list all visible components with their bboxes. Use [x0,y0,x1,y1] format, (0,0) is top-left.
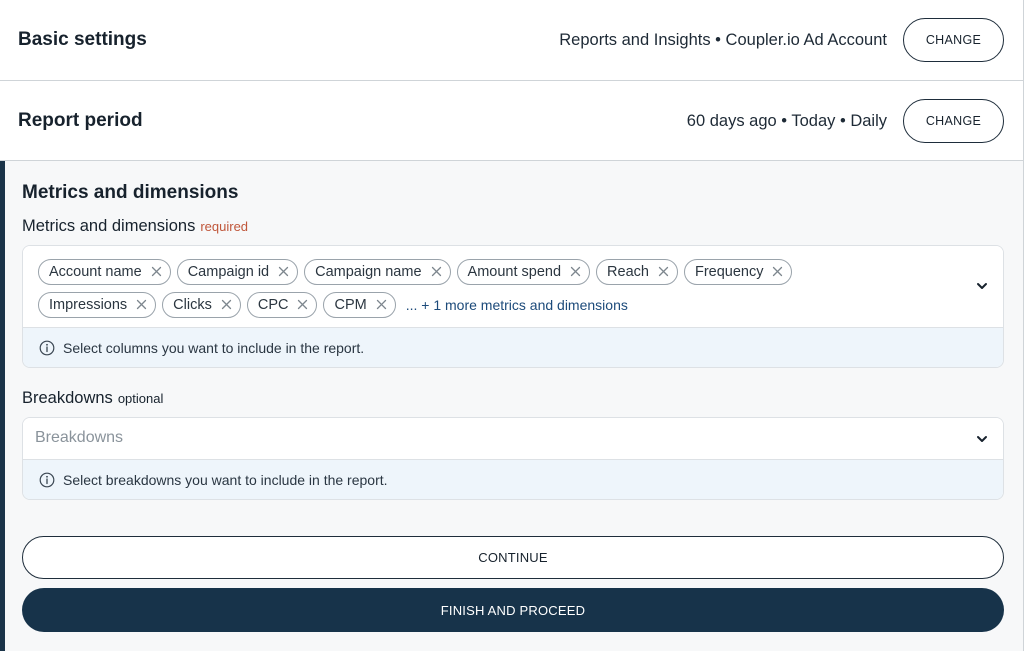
breakdowns-placeholder: Breakdowns [35,429,124,446]
report-period-section: Report period 60 days ago • Today • Dail… [0,81,1024,161]
report-period-summary: 60 days ago • Today • Daily [686,112,887,130]
metrics-field-label-text: Metrics and dimensions [22,217,196,235]
metrics-select[interactable]: Account name Campaign id Campaign name Amou… [22,245,1004,368]
close-icon[interactable] [136,299,147,310]
info-icon [39,472,55,487]
breakdowns-hint: Select breakdowns you want to include in… [23,459,1003,499]
finish-and-proceed-button[interactable]: FINISH AND PROCEED [22,588,1004,632]
report-period-change-button[interactable]: CHANGE [903,99,1004,143]
required-tag: required [200,219,249,234]
basic-settings-title: Basic settings [18,29,147,50]
more-metrics-link[interactable]: ... + 1 more metrics and dimensions [406,297,628,313]
metric-chip-label: Account name [49,263,142,280]
chevron-down-icon[interactable] [975,432,989,446]
metric-chip: Reach [596,258,678,285]
basic-settings-summary: Reports and Insights • Coupler.io Ad Acc… [559,31,887,49]
chip-row: Impressions Clicks CPC CPM ... + 1 more metr… [38,291,938,318]
metric-chip-label: Clicks [173,296,212,313]
close-icon[interactable] [151,266,162,277]
chip-row: Account name Campaign id Campaign name Amou… [38,258,938,285]
breakdowns-select-input[interactable]: Breakdowns [23,418,1003,459]
metric-chip: Frequency [683,258,793,285]
metric-chip-label: Impressions [49,296,128,313]
continue-button[interactable]: CONTINUE [22,536,1004,579]
basic-settings-section: Basic settings Reports and Insights • Co… [0,0,1024,81]
metric-chip: CPC [246,291,318,318]
report-period-title: Report period [18,110,143,131]
metrics-section-title: Metrics and dimensions [22,182,239,203]
close-icon[interactable] [297,299,308,310]
close-icon[interactable] [658,266,669,277]
metrics-field-label: Metrics and dimensions required [22,217,248,236]
metric-chip: Account name [38,258,171,285]
breakdowns-hint-text: Select breakdowns you want to include in… [63,471,388,488]
metric-chip-label: Campaign name [315,263,422,280]
metrics-select-input[interactable]: Account name Campaign id Campaign name Amou… [23,246,1003,327]
metric-chip-label: CPC [257,296,289,313]
metric-chip: Impressions [38,291,157,318]
close-icon[interactable] [570,266,581,277]
metric-chip-label: Campaign id [187,263,270,280]
metrics-hint-text: Select columns you want to include in th… [63,339,365,356]
metrics-dimensions-section: Metrics and dimensions Metrics and dimen… [0,161,1024,651]
metric-chip: Amount spend [456,258,591,285]
metric-chip-label: Amount spend [467,263,562,280]
breakdowns-select[interactable]: Breakdowns Select breakdowns you want to… [22,417,1004,500]
metric-chip: Campaign name [304,258,451,285]
breakdowns-field-label: Breakdowns optional [22,389,163,408]
basic-settings-change-button[interactable]: CHANGE [903,18,1004,62]
close-icon[interactable] [431,266,442,277]
optional-tag: optional [117,391,164,406]
metrics-hint: Select columns you want to include in th… [23,327,1003,367]
metric-chip: Clicks [162,291,241,318]
chevron-down-icon[interactable] [975,279,989,293]
close-icon[interactable] [772,266,783,277]
breakdowns-field-label-text: Breakdowns [22,389,113,407]
metric-chip-label: Frequency [694,263,764,280]
close-icon[interactable] [376,299,387,310]
metric-chip: CPM [323,291,396,318]
metric-chip-label: CPM [334,296,367,313]
close-icon[interactable] [221,299,232,310]
metric-chip-label: Reach [607,263,649,280]
metric-chip: Campaign id [176,258,299,285]
metrics-chip-list: Account name Campaign id Campaign name Amou… [38,258,938,324]
info-icon [39,340,55,355]
close-icon[interactable] [278,266,289,277]
